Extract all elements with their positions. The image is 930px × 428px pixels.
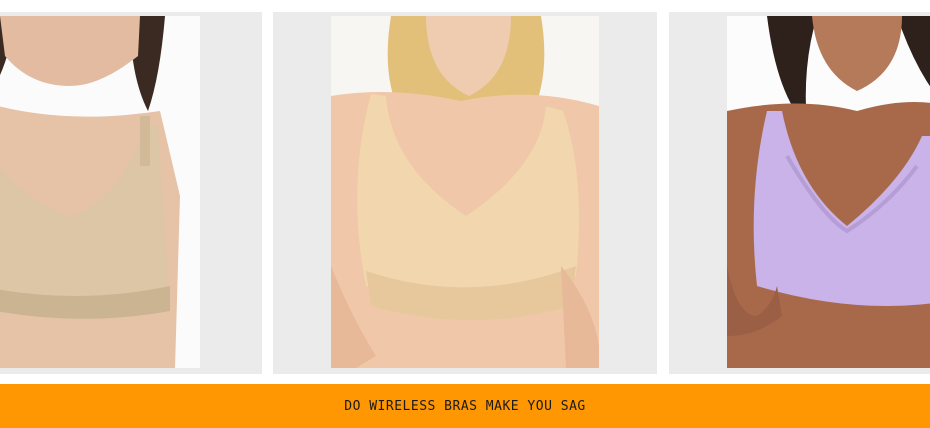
beige-bra-illustration xyxy=(331,16,599,368)
product-card[interactable] xyxy=(669,12,930,374)
product-image[interactable] xyxy=(727,16,930,368)
product-image[interactable] xyxy=(0,16,200,368)
product-card[interactable] xyxy=(0,12,262,374)
article-title[interactable]: DO WIRELESS BRAS MAKE YOU SAG xyxy=(344,399,585,414)
nude-bra-illustration xyxy=(0,16,200,368)
product-image[interactable] xyxy=(331,16,599,368)
product-gallery xyxy=(0,0,930,384)
product-card[interactable] xyxy=(273,12,657,374)
lavender-bra-illustration xyxy=(727,16,930,368)
article-title-banner[interactable]: DO WIRELESS BRAS MAKE YOU SAG xyxy=(0,384,930,428)
